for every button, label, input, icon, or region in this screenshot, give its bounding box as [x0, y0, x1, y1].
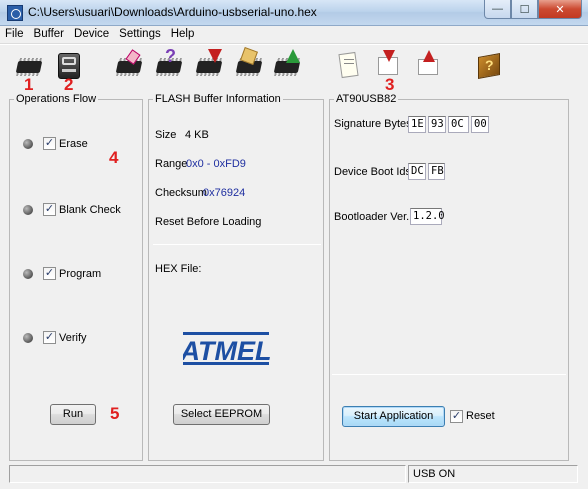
signature-bytes-label: Signature Bytes: [334, 118, 412, 130]
blank-check-status-led: [23, 205, 33, 215]
operations-flow-legend: Operations Flow: [14, 93, 99, 105]
menu-file[interactable]: File: [0, 26, 29, 43]
menu-help[interactable]: Help: [166, 26, 200, 43]
menu-buffer[interactable]: Buffer: [29, 26, 69, 43]
atmel-logo: ATMEL: [183, 332, 271, 366]
load-hex-icon[interactable]: [334, 51, 364, 81]
program-checkbox[interactable]: ✓: [43, 267, 56, 280]
erase-checkbox[interactable]: ✓: [43, 137, 56, 150]
operations-flow-panel: Operations Flow ✓ Erase 4 ✓ Blank Check …: [9, 93, 143, 461]
reset-before-loading-label: Reset Before Loading: [155, 216, 262, 228]
start-application-button[interactable]: Start Application: [342, 406, 445, 427]
erase-label: Erase: [59, 138, 88, 150]
boot-id-2: FB: [428, 163, 445, 180]
flash-separator: [153, 244, 321, 245]
blank-check-label: Blank Check: [59, 204, 121, 216]
maximize-button[interactable]: ☐: [511, 0, 538, 19]
run-button[interactable]: Run: [50, 404, 96, 425]
annotation-1: 1: [24, 75, 34, 94]
range-value: 0x0 - 0xFD9: [186, 158, 246, 170]
blank-check-checkbox[interactable]: ✓: [43, 203, 56, 216]
title-bar: C:\Users\usuari\Downloads\Arduino-usbser…: [0, 0, 588, 26]
device-separator: [332, 374, 566, 375]
annotation-4: 4: [109, 148, 119, 167]
flash-buffer-legend: FLASH Buffer Information: [153, 93, 283, 105]
blank-check-icon[interactable]: ?: [154, 47, 184, 81]
verify-checkbox[interactable]: ✓: [43, 331, 56, 344]
reset-checkbox[interactable]: ✓: [450, 410, 463, 423]
program-status-led: [23, 269, 33, 279]
signature-byte-3: 0C: [448, 116, 469, 133]
checksum-value: 0x76924: [203, 187, 246, 199]
size-label: Size: [155, 129, 177, 141]
bootloader-version-label: Bootloader Ver.: [334, 211, 410, 223]
reset-label: Reset: [466, 410, 495, 422]
verify-icon[interactable]: [234, 47, 264, 81]
bootloader-version-field: 1.2.0: [410, 208, 445, 225]
verify-label: Verify: [59, 332, 87, 344]
status-bar: USB ON: [0, 463, 588, 489]
usb-status: USB ON: [408, 465, 578, 483]
annotation-2: 2: [64, 75, 74, 94]
hex-file-label: HEX File:: [155, 263, 202, 275]
verify-status-led: [23, 333, 33, 343]
erase-icon[interactable]: [114, 49, 144, 81]
size-value: 4 KB: [185, 129, 209, 141]
erase-status-led: [23, 139, 33, 149]
read-icon[interactable]: [272, 49, 302, 81]
checksum-label: Checksum: [155, 187, 207, 199]
annotation-5: 5: [110, 404, 120, 423]
menu-settings[interactable]: Settings: [114, 26, 166, 43]
device-boot-ids-label: Device Boot Ids: [334, 166, 412, 178]
status-message: [9, 465, 406, 483]
menu-bar: File Buffer Device Settings Help: [0, 26, 588, 44]
atmel-logo-text: ATMEL: [183, 336, 271, 366]
signature-byte-4: 00: [471, 116, 489, 133]
flash-buffer-panel: FLASH Buffer Information Size 4 KB Range…: [148, 93, 324, 461]
edit-buffer-icon[interactable]: [412, 50, 442, 81]
window-title: C:\Users\usuari\Downloads\Arduino-usbser…: [28, 5, 317, 19]
signature-byte-1: 1E: [408, 116, 426, 133]
annotation-3: 3: [385, 75, 395, 94]
device-legend: AT90USB82: [334, 93, 399, 105]
signature-byte-2: 93: [428, 116, 446, 133]
minimize-button[interactable]: —: [484, 0, 511, 19]
toolbar: ? ? 1 2 3: [0, 45, 588, 94]
program-icon[interactable]: [194, 49, 224, 81]
app-icon: [7, 5, 23, 21]
boot-id-1: DC: [408, 163, 426, 180]
program-label: Program: [59, 268, 102, 280]
select-eeprom-button[interactable]: Select EEPROM: [173, 404, 270, 425]
range-label: Range: [155, 158, 188, 170]
close-button[interactable]: ✕: [538, 0, 582, 19]
menu-device[interactable]: Device: [69, 26, 114, 43]
help-icon[interactable]: ?: [474, 51, 504, 81]
device-panel: AT90USB82 Signature Bytes 1E 93 0C 00 De…: [329, 93, 569, 461]
